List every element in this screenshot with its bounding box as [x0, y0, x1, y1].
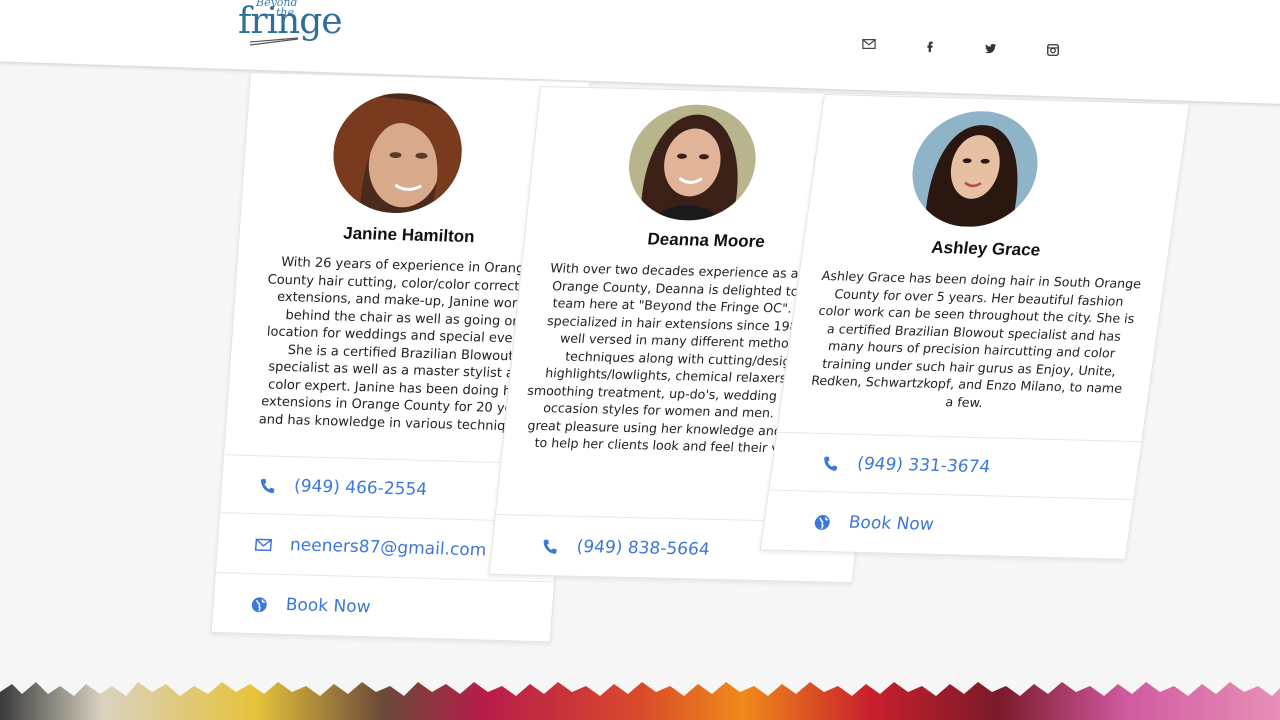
- book-now-label: Book Now: [285, 595, 372, 618]
- avatar: [904, 109, 1046, 229]
- envelope-icon: [251, 533, 275, 556]
- scissors-icon: [249, 37, 299, 46]
- email-icon[interactable]: [859, 34, 879, 54]
- phone-icon: [537, 535, 561, 557]
- book-now-link[interactable]: Book Now: [760, 489, 1134, 560]
- logo-fringe-text: fringe: [238, 1, 343, 42]
- stylist-bio: With 26 years of experience in Orange Co…: [258, 254, 544, 435]
- stylist-name: Ashley Grace: [930, 237, 1042, 260]
- twitter-icon[interactable]: [981, 38, 1001, 58]
- book-now-link[interactable]: Book Now: [211, 572, 554, 643]
- color-swatch-banner: [0, 682, 1280, 720]
- phone-number: (949) 838-5664: [575, 536, 711, 560]
- globe-icon: [809, 511, 834, 533]
- avatar: [623, 103, 762, 222]
- site-logo[interactable]: Beyond the fringe: [238, 0, 343, 48]
- phone-link[interactable]: (949) 331-3674: [769, 431, 1142, 501]
- phone-icon: [818, 452, 843, 474]
- avatar: [329, 91, 466, 215]
- stylist-card-ashley: Ashley Grace Ashley Grace has been doing…: [759, 94, 1190, 560]
- phone-number: (949) 331-3674: [855, 453, 992, 478]
- phone-icon: [255, 474, 279, 497]
- stylist-bio: Ashley Grace has been doing hair in Sout…: [810, 267, 1143, 410]
- phone-number: (949) 466-2554: [293, 476, 428, 500]
- email-address: neeners87@gmail.com: [289, 535, 488, 561]
- globe-icon: [247, 593, 271, 616]
- facebook-icon[interactable]: [920, 36, 940, 56]
- instagram-icon[interactable]: [1043, 40, 1063, 60]
- book-now-label: Book Now: [847, 512, 935, 535]
